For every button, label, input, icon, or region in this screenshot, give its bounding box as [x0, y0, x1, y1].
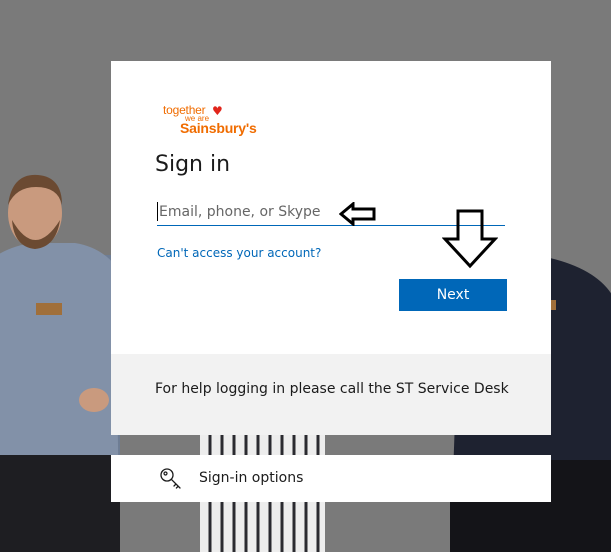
cant-access-link[interactable]: Can't access your account?	[157, 246, 321, 260]
signin-card: together we are ♥ Sainsbury's Sign in Ca…	[111, 61, 551, 435]
key-icon	[160, 468, 181, 489]
arrow-left-icon	[339, 202, 376, 226]
arrow-down-icon	[442, 209, 498, 269]
heart-icon: ♥	[212, 104, 223, 118]
logo-brand-name: Sainsbury's	[180, 120, 257, 136]
next-button[interactable]: Next	[399, 279, 507, 311]
signin-options-label: Sign-in options	[199, 470, 304, 486]
help-box: For help logging in please call the ST S…	[111, 354, 551, 435]
page-title: Sign in	[155, 152, 231, 177]
signin-options-button[interactable]: Sign-in options	[111, 455, 551, 502]
text-cursor	[157, 202, 158, 221]
background-person-left	[0, 174, 120, 552]
signin-panel: together we are ♥ Sainsbury's Sign in Ca…	[111, 61, 551, 354]
sainsburys-logo: together we are ♥ Sainsbury's	[163, 103, 263, 137]
help-text: For help logging in please call the ST S…	[155, 381, 509, 397]
